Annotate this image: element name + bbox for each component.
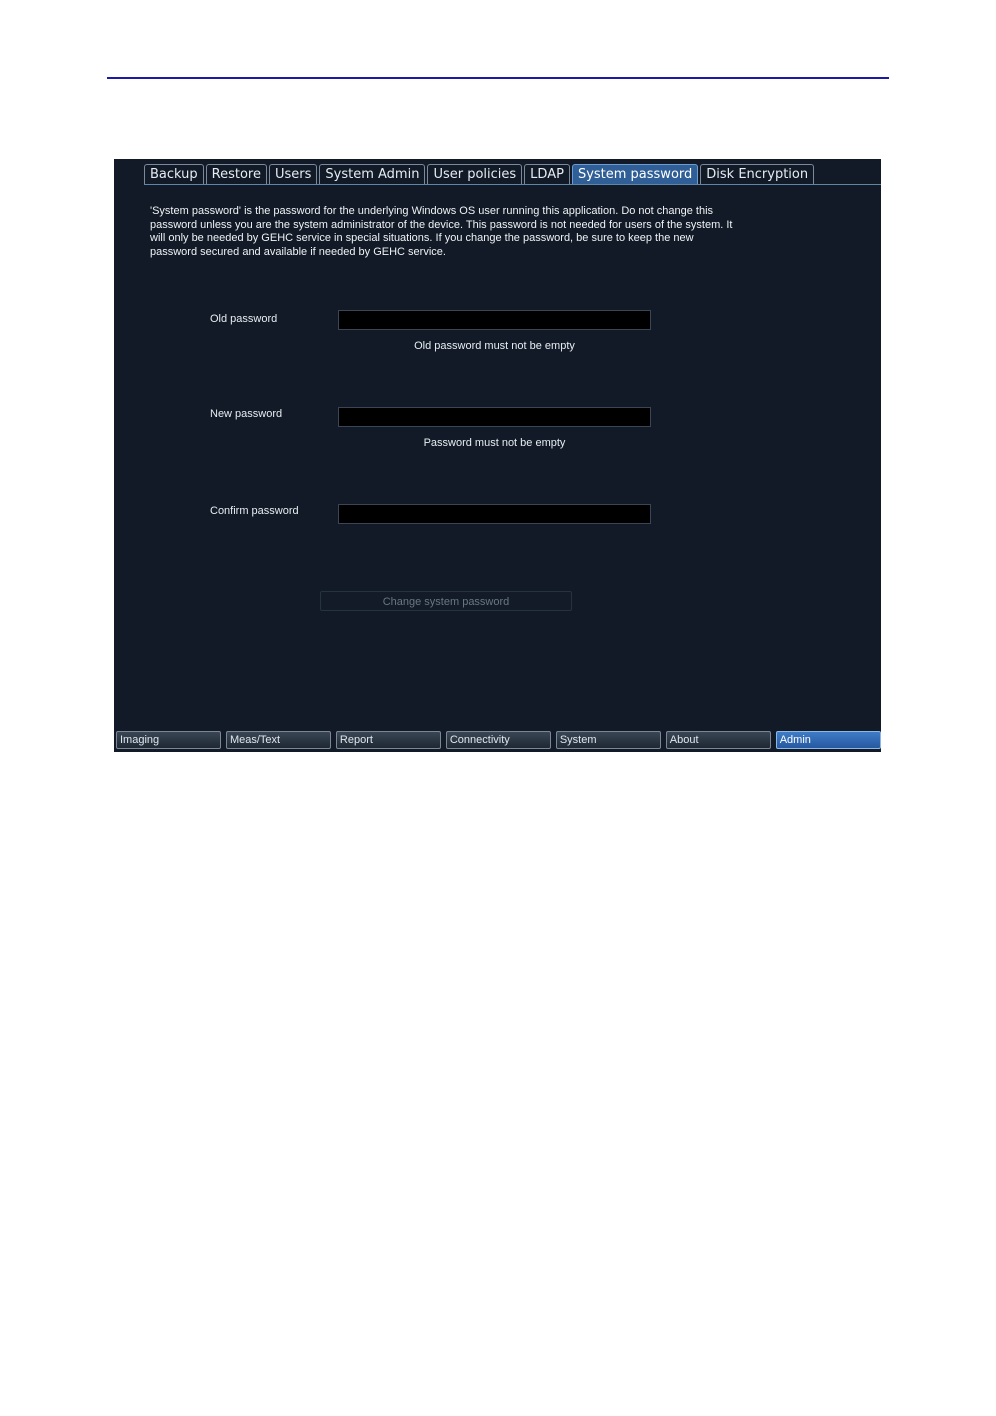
old-password-field[interactable] [338,310,651,330]
change-system-password-button[interactable]: Change system password [320,591,572,611]
nav-admin[interactable]: Admin [775,731,881,749]
tab-system-password[interactable]: System password [571,164,699,184]
tab-bar-underline [144,184,881,185]
nav-imaging[interactable]: Imaging [116,731,222,749]
tab-restore[interactable]: Restore [205,164,267,184]
tab-ldap[interactable]: LDAP [524,164,570,184]
admin-tab-bar: Backup Restore Users System Admin User p… [144,164,881,184]
nav-report[interactable]: Report [335,731,442,749]
nav-meas-text[interactable]: Meas/Text [225,731,332,749]
tab-disk-encryption[interactable]: Disk Encryption [700,164,815,184]
tab-users[interactable]: Users [268,164,318,184]
tab-system-admin[interactable]: System Admin [319,164,426,184]
old-password-label: Old password [210,313,278,325]
confirm-password-label: Confirm password [210,505,299,517]
tab-backup[interactable]: Backup [144,164,204,184]
admin-screen: Backup Restore Users System Admin User p… [114,159,881,752]
old-password-error: Old password must not be empty [414,340,575,352]
nav-system[interactable]: System [555,731,662,749]
new-password-label: New password [210,408,283,420]
nav-about[interactable]: About [665,731,772,749]
tab-user-policies[interactable]: User policies [427,164,523,184]
bottom-navigation: Imaging Meas/Text Report Connectivity Sy… [116,731,881,749]
new-password-error: Password must not be empty [423,437,566,449]
confirm-password-field[interactable] [338,504,651,524]
page-header-rule [107,77,889,79]
new-password-field[interactable] [338,407,651,427]
system-password-description: 'System password' is the password for th… [150,205,733,258]
nav-connectivity[interactable]: Connectivity [445,731,552,749]
